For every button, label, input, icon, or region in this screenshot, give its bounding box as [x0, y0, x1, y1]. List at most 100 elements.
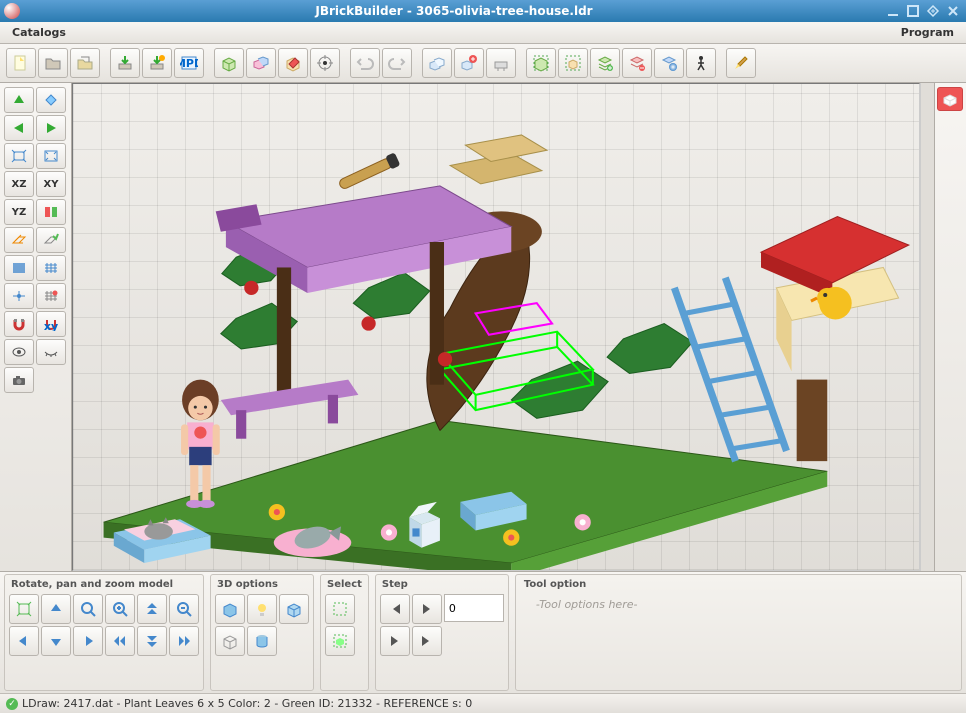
- view-up-button[interactable]: [4, 87, 34, 113]
- box-edit-button[interactable]: [278, 48, 308, 78]
- redo-button[interactable]: [382, 48, 412, 78]
- recent-button[interactable]: [70, 48, 100, 78]
- grid-fine-button[interactable]: [4, 255, 34, 281]
- walk-button[interactable]: [686, 48, 716, 78]
- camera-button[interactable]: [4, 367, 34, 393]
- grid-plane-button[interactable]: [4, 227, 34, 253]
- 3d-options-title: 3D options: [215, 577, 309, 594]
- fit-all-button[interactable]: [36, 143, 66, 169]
- close-button[interactable]: [944, 3, 962, 19]
- eye-open-button[interactable]: [4, 339, 34, 365]
- magnet-xy-button[interactable]: xy: [36, 311, 66, 337]
- step-prev-button[interactable]: [380, 626, 410, 656]
- app-icon: [4, 3, 20, 19]
- select-all-button[interactable]: [526, 48, 556, 78]
- cut-button[interactable]: [486, 48, 516, 78]
- view-yz-button[interactable]: YZ: [4, 199, 34, 225]
- pan-down-button[interactable]: [41, 626, 71, 656]
- target-button[interactable]: [310, 48, 340, 78]
- box-multi-button[interactable]: [246, 48, 276, 78]
- shade-flat-button[interactable]: [215, 594, 245, 624]
- bottom-panels: Rotate, pan and zoom model 3D options: [0, 571, 966, 693]
- select-brick-button[interactable]: [325, 626, 355, 656]
- select-add-button[interactable]: [558, 48, 588, 78]
- red-brick-button[interactable]: [937, 87, 963, 111]
- light-button[interactable]: [247, 594, 277, 624]
- layer-color-button[interactable]: [654, 48, 684, 78]
- open-file-button[interactable]: [38, 48, 68, 78]
- pan-left-button[interactable]: [9, 626, 39, 656]
- svg-text:MPD: MPD: [180, 57, 198, 70]
- import-button[interactable]: [110, 48, 140, 78]
- step-panel-title: Step: [380, 577, 504, 594]
- new-file-button[interactable]: [6, 48, 36, 78]
- snap-red-button[interactable]: [36, 283, 66, 309]
- model-scene: [73, 84, 919, 571]
- zoom-button[interactable]: [73, 594, 103, 624]
- rotate-panel-title: Rotate, pan and zoom model: [9, 577, 199, 594]
- rotate-pan-zoom-panel: Rotate, pan and zoom model: [4, 574, 204, 691]
- undo-button[interactable]: [350, 48, 380, 78]
- main-toolbar: MPD: [0, 44, 966, 83]
- view-xy-button[interactable]: XY: [36, 171, 66, 197]
- step-last-button[interactable]: [412, 626, 442, 656]
- minimize-button[interactable]: [884, 3, 902, 19]
- zoom-in-button[interactable]: [105, 594, 135, 624]
- step-panel: Step: [375, 574, 509, 691]
- wireframe-button[interactable]: [215, 626, 245, 656]
- pan-down-fast-button[interactable]: [137, 626, 167, 656]
- vertical-scrollbar[interactable]: [920, 83, 934, 571]
- diamond-button[interactable]: [36, 87, 66, 113]
- pan-right-button[interactable]: [73, 626, 103, 656]
- 3d-viewport[interactable]: [72, 83, 920, 571]
- box-add-button[interactable]: [214, 48, 244, 78]
- titlebar: JBrickBuilder - 3065-olivia-tree-house.l…: [0, 0, 966, 22]
- right-panel: [934, 83, 966, 571]
- window-title: JBrickBuilder - 3065-olivia-tree-house.l…: [26, 4, 882, 18]
- view-right-button[interactable]: [36, 115, 66, 141]
- snap-center-button[interactable]: [4, 283, 34, 309]
- grid-check-button[interactable]: [36, 227, 66, 253]
- mpd-button[interactable]: MPD: [174, 48, 204, 78]
- layer-add-button[interactable]: [590, 48, 620, 78]
- status-ok-icon: ✓: [6, 698, 18, 710]
- pan-left-fast-button[interactable]: [105, 626, 135, 656]
- copy-button[interactable]: [422, 48, 452, 78]
- pan-up-fast-button[interactable]: [137, 594, 167, 624]
- menu-program[interactable]: Program: [895, 24, 960, 41]
- zoom-out-button[interactable]: [169, 594, 199, 624]
- select-box-button[interactable]: [325, 594, 355, 624]
- svg-text:xy: xy: [44, 320, 58, 331]
- step-input[interactable]: [444, 594, 504, 622]
- cylinder-button[interactable]: [247, 626, 277, 656]
- magnet-button[interactable]: [4, 311, 34, 337]
- grid-coarse-button[interactable]: [36, 255, 66, 281]
- view-xz-button[interactable]: XZ: [4, 171, 34, 197]
- main-area: XZ XY YZ xy: [0, 83, 966, 571]
- view-left-button[interactable]: [4, 115, 34, 141]
- pan-right-fast-button[interactable]: [169, 626, 199, 656]
- paste-special-button[interactable]: [454, 48, 484, 78]
- fit-button[interactable]: [4, 143, 34, 169]
- 3d-options-panel: 3D options: [210, 574, 314, 691]
- import-mpd-button[interactable]: [142, 48, 172, 78]
- brush-button[interactable]: [726, 48, 756, 78]
- fit-view-button[interactable]: [9, 594, 39, 624]
- restore-button[interactable]: [924, 3, 942, 19]
- menu-catalogs[interactable]: Catalogs: [6, 24, 72, 41]
- menubar: Catalogs Program: [0, 22, 966, 44]
- layer-edit-button[interactable]: [622, 48, 652, 78]
- tool-option-placeholder: -Tool options here-: [524, 598, 953, 611]
- left-tool-panel: XZ XY YZ xy: [0, 83, 72, 571]
- select-panel-title: Select: [325, 577, 364, 594]
- step-first-button[interactable]: [380, 594, 410, 624]
- color-toggle-button[interactable]: [36, 199, 66, 225]
- tool-option-panel: Tool option -Tool options here-: [515, 574, 962, 691]
- shade-smooth-button[interactable]: [279, 594, 309, 624]
- statusbar: ✓ LDraw: 2417.dat - Plant Leaves 6 x 5 C…: [0, 693, 966, 713]
- eye-closed-button[interactable]: [36, 339, 66, 365]
- pan-up-button[interactable]: [41, 594, 71, 624]
- step-next-button[interactable]: [412, 594, 442, 624]
- tool-option-title: Tool option: [524, 579, 953, 598]
- maximize-button[interactable]: [904, 3, 922, 19]
